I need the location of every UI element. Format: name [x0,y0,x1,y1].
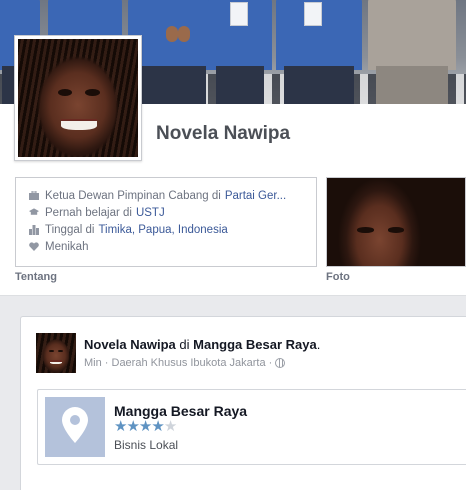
star-filled-icon: ★ [126,418,139,435]
about-box: Ketua Dewan Pimpinan Cabang di Partai Ge… [15,177,317,267]
post-author-avatar[interactable] [36,333,76,373]
photo-image [327,178,465,266]
star-filled-icon: ★ [114,418,127,435]
star-filled-icon: ★ [151,418,164,435]
globe-icon[interactable] [275,358,286,368]
place-thumbnail[interactable] [45,397,105,457]
about-item-link[interactable]: Timika, Papua, Indonesia [98,224,227,236]
photos-section-label[interactable]: Foto [326,271,350,283]
about-item-link[interactable]: Partai Ger... [225,190,286,202]
profile-picture[interactable] [14,35,142,161]
post-meta-text[interactable]: Min · Daerah Khusus Ibukota Jakarta · [84,357,272,369]
about-item-education: Pernah belajar di USTJ [29,204,315,221]
post-author-link[interactable]: Novela Nawipa [84,337,176,352]
place-category: Bisnis Lokal [114,438,179,452]
post-title: Novela Nawipa di Mangga Besar Raya. [84,337,320,352]
about-item-label: Ketua Dewan Pimpinan Cabang di [45,189,221,202]
about-item-label: Tinggal di [45,223,95,236]
about-item-relationship: Menikah [29,238,315,255]
heart-icon [29,242,39,251]
about-item-label: Pernah belajar di [45,206,132,219]
about-section-label[interactable]: Tentang [15,271,57,283]
avatar-image [36,333,76,373]
cover-person [276,0,362,104]
profile-name[interactable]: Novela Nawipa [156,123,290,145]
cover-person [368,0,456,104]
intro-section: Ketua Dewan Pimpinan Cabang di Partai Ge… [0,174,466,296]
graduation-cap-icon [29,208,39,217]
about-item-location: Tinggal di Timika, Papua, Indonesia [29,221,315,238]
photo-thumbnail[interactable] [326,177,466,267]
post-place-link[interactable]: Mangga Besar Raya [193,337,317,352]
rating-stars: ★★★★★ [114,418,177,435]
briefcase-icon [29,191,39,200]
cover-person [208,0,272,104]
about-item-work: Ketua Dewan Pimpinan Cabang di Partai Ge… [29,187,315,204]
place-name[interactable]: Mangga Besar Raya [114,403,247,419]
city-icon [29,224,39,235]
about-item-link[interactable]: USTJ [136,207,165,219]
post-connector: di [179,337,190,352]
about-item-label: Menikah [45,240,89,253]
map-pin-icon [62,406,88,448]
star-empty-icon: ★ [163,418,177,435]
timeline-post: Novela Nawipa di Mangga Besar Raya. Min … [20,316,466,490]
post-meta: Min · Daerah Khusus Ibukota Jakarta · [84,357,286,369]
post-title-period: . [316,337,321,352]
star-filled-icon: ★ [138,418,152,435]
place-card[interactable]: Mangga Besar Raya ★★★★★ Bisnis Lokal [37,389,466,465]
profile-photo [18,39,138,157]
